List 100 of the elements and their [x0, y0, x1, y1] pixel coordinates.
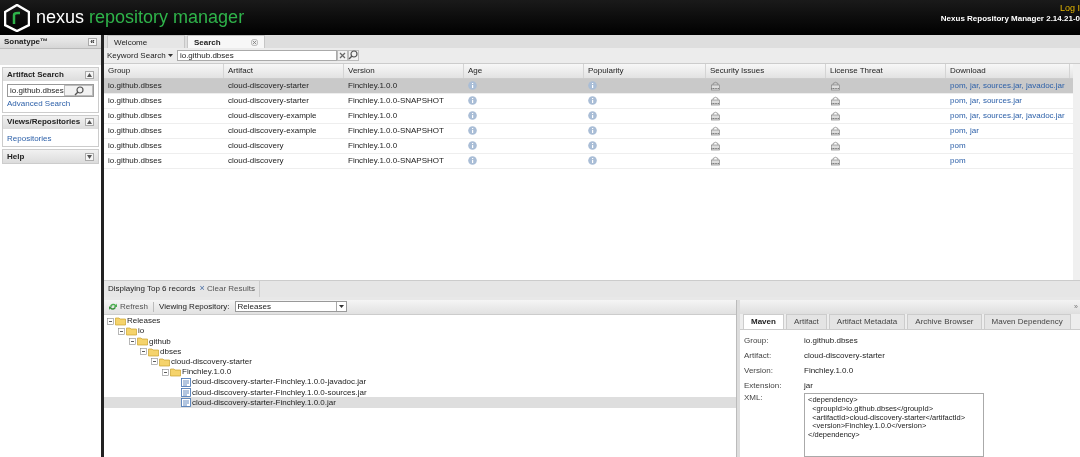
folder-icon: [126, 326, 137, 337]
tab[interactable]: Maven: [743, 314, 784, 329]
info-icon: [588, 156, 597, 166]
info-icon: [468, 156, 477, 166]
column-header[interactable]: License Threat: [826, 63, 946, 78]
lock-icon: [710, 95, 721, 106]
tab[interactable]: Artifact Metadata: [828, 314, 906, 329]
download-links[interactable]: pom, jar, sources.jar, javadoc.jar: [946, 110, 1070, 121]
search-field[interactable]: io.github.dbses: [7, 84, 94, 97]
folder-icon: [159, 356, 170, 367]
search-button[interactable]: [63, 85, 93, 96]
clear-results-link[interactable]: × Clear Results: [199, 283, 255, 295]
column-header[interactable]: Popularity: [584, 63, 706, 78]
table-row[interactable]: io.github.dbses cloud-discovery Finchley.1.0.0-SNAPSHOT pom: [104, 153, 1073, 169]
login-link[interactable]: Log I: [940, 3, 1080, 14]
logo-text: repository manager: [89, 6, 245, 29]
column-header[interactable]: Artifact: [224, 63, 344, 78]
table-cell-text: Finchley.1.0.0: [347, 80, 399, 91]
panel-title: Artifact Search: [7, 69, 64, 80]
lock-icon: [830, 80, 841, 91]
panel-toggle[interactable]: [85, 70, 94, 79]
search-button[interactable]: [347, 49, 359, 61]
search-icon: [74, 85, 85, 96]
table-cell-text: io.github.dbses: [107, 110, 163, 121]
version-text: Nexus Repository Manager 2.14.21-0: [940, 13, 1080, 24]
clear-button[interactable]: [336, 49, 348, 61]
download-links[interactable]: pom: [946, 155, 1070, 166]
logo-icon: [4, 3, 30, 32]
info-icon: [468, 96, 477, 106]
tree-item[interactable]: Finchley.1.0.0: [104, 366, 736, 378]
info-icon: [588, 81, 597, 91]
lock-icon: [830, 155, 841, 166]
field-label: XML:: [744, 393, 764, 403]
search-icon: [348, 50, 359, 61]
expand-icon: [87, 154, 92, 159]
table-cell-text: io.github.dbses: [107, 125, 163, 136]
tree-item[interactable]: Releases: [104, 316, 736, 327]
logo-text: nexus: [36, 6, 85, 29]
keyword-field[interactable]: io.github.dbses: [176, 49, 337, 61]
table-row[interactable]: io.github.dbses cloud-discovery Finchley.1.0.0 pom: [104, 138, 1073, 154]
table-row[interactable]: io.github.dbses cloud-discovery-example Finchley.1.0.0 pom, jar, sources.jar, javadoc.jar: [104, 108, 1073, 124]
caret-icon: [338, 305, 344, 309]
lock-icon: [830, 140, 841, 151]
repository-select[interactable]: Releases: [234, 301, 347, 313]
table-cell-text: Finchley.1.0.0-SNAPSHOT: [347, 95, 445, 106]
table-row[interactable]: io.github.dbses cloud-discovery-starter Finchley.1.0.0-SNAPSHOT pom, jar, sources.jar: [104, 93, 1073, 109]
tree-item[interactable]: io: [104, 326, 736, 337]
collapse-icon[interactable]: [107, 317, 114, 325]
collapse-icon: [87, 72, 92, 77]
column-header[interactable]: Security Issues: [706, 63, 826, 78]
collapse-icon[interactable]: [140, 348, 147, 356]
table-cell-text: cloud-discovery: [227, 155, 285, 166]
collapse-button[interactable]: «: [88, 37, 97, 46]
panel-title: Help: [7, 151, 25, 162]
search-mode-menu[interactable]: Keyword Search: [107, 50, 173, 61]
table-cell-text: io.github.dbses: [107, 155, 163, 166]
collapse-icon[interactable]: [118, 327, 125, 335]
collapse-icon[interactable]: [162, 368, 169, 376]
tree-item[interactable]: cloud-discovery-starter-Finchley.1.0.0.jar: [104, 397, 736, 408]
tree-item[interactable]: cloud-discovery-starter: [104, 356, 736, 367]
download-links[interactable]: pom, jar: [946, 125, 1070, 136]
collapse-icon[interactable]: [129, 337, 136, 345]
tab[interactable]: Artifact: [785, 314, 827, 329]
column-header[interactable]: Download: [946, 63, 1070, 78]
column-header[interactable]: Age: [464, 63, 584, 78]
lock-icon: [830, 95, 841, 106]
collapse-icon[interactable]: [151, 358, 158, 366]
collapse-icon: [87, 120, 92, 125]
sidebar-link[interactable]: Repositories: [7, 133, 94, 144]
table-row[interactable]: io.github.dbses cloud-discovery-example Finchley.1.0.0-SNAPSHOT pom, jar: [104, 123, 1073, 139]
caret-icon: [167, 54, 173, 58]
field-value: Finchley.1.0.0: [804, 365, 854, 376]
sidebar-link[interactable]: Advanced Search: [7, 99, 94, 109]
panel-toggle[interactable]: [85, 152, 94, 161]
tree-item[interactable]: dbses: [104, 346, 736, 357]
column-header[interactable]: Group: [104, 63, 224, 78]
panel-toggle[interactable]: [85, 118, 94, 127]
refresh-button[interactable]: Refresh: [108, 302, 148, 312]
close-icon[interactable]: [251, 38, 258, 46]
download-links[interactable]: pom, jar, sources.jar: [946, 95, 1070, 106]
info-icon: [588, 96, 597, 106]
tab[interactable]: Maven Dependency: [983, 314, 1071, 329]
column-header[interactable]: Version: [344, 63, 464, 78]
info-icon: [468, 81, 477, 91]
tab[interactable]: Search: [187, 35, 265, 49]
tree-item[interactable]: cloud-discovery-starter-Finchley.1.0.0-sources.jar: [104, 387, 736, 398]
clear-icon: [338, 51, 346, 59]
tree-item[interactable]: cloud-discovery-starter-Finchley.1.0.0-javadoc.jar: [104, 377, 736, 388]
field-value: jar: [804, 380, 813, 391]
download-links[interactable]: pom, jar, sources.jar, javadoc.jar: [946, 80, 1070, 91]
field-value: io.github.dbses: [804, 335, 858, 346]
lock-icon: [710, 80, 721, 91]
info-icon: [468, 141, 477, 151]
table-cell-text: Finchley.1.0.0-SNAPSHOT: [347, 125, 445, 136]
tree-item[interactable]: github: [104, 336, 736, 347]
field-label: Extension:: [744, 380, 783, 391]
tab[interactable]: Archive Browser: [907, 314, 982, 329]
tab[interactable]: Welcome: [107, 35, 185, 49]
info-icon: [468, 126, 477, 136]
download-links[interactable]: pom: [946, 140, 1070, 151]
